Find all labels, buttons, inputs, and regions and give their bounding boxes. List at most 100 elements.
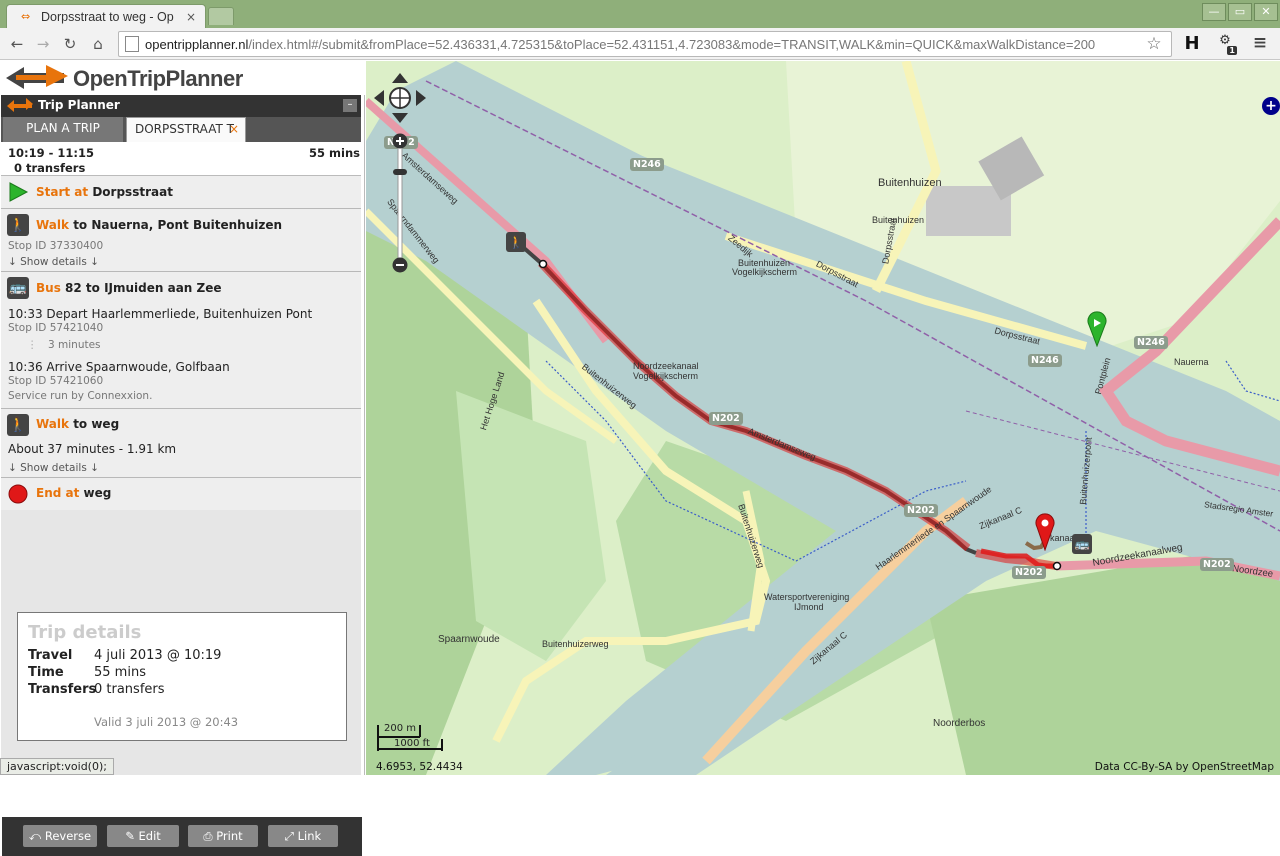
window-minimize-button[interactable]: — <box>1202 3 1226 21</box>
trip-time-row: Time 55 mins <box>28 665 146 680</box>
print-button[interactable]: ⎙ Print <box>188 825 258 847</box>
reload-icon[interactable]: ↻ <box>58 32 82 56</box>
label-buitenhuizerweg-3: Buitenhuizerweg <box>542 639 609 649</box>
extension-h-icon[interactable]: H <box>1182 33 1202 55</box>
itinerary: 10:19 - 11:15 0 transfers 55 mins Start … <box>1 142 362 856</box>
close-tab-icon[interactable]: × <box>229 118 239 141</box>
planner-arrows-icon <box>7 98 33 112</box>
road-badge-n246: N246 <box>630 158 664 171</box>
bus-operator: Service run by Connexxion. <box>8 390 153 402</box>
url-host: opentripplanner.nl <box>145 36 249 52</box>
extension-badge: 1 <box>1227 46 1237 55</box>
tab-result-label: DORPSSTRAAT T <box>135 122 234 136</box>
window-maximize-button[interactable]: ▭ <box>1228 3 1252 21</box>
depart-stop-id: Stop ID 57421040 <box>8 322 104 334</box>
label-nzk-vogel: Noordzeekanaal <box>633 361 699 371</box>
map-attribution[interactable]: Data CC-By-SA by OpenStreetMap <box>1095 761 1274 773</box>
window-close-button[interactable]: ✕ <box>1254 3 1278 21</box>
otp-favicon-icon: ⇔ <box>21 9 31 23</box>
reverse-button[interactable]: ⤺ Reverse <box>23 825 97 847</box>
leg-end-heading: End at weg <box>36 486 112 500</box>
map[interactable]: Buitenhuizen Buitenhuizen Buitenhuizen V… <box>366 61 1280 775</box>
map-base <box>366 61 1280 775</box>
browser-tabstrip: ⇔ Dorpsstraat to weg - Op × — ▭ ✕ <box>0 0 1280 28</box>
label-nauerna: Nauerna <box>1174 357 1209 367</box>
bus-ride-time: 3 minutes <box>48 339 101 351</box>
tab-title: Dorpsstraat to weg - Op <box>41 9 174 24</box>
label-watersport-2: IJmond <box>794 602 824 612</box>
label-spaarnwoude: Spaarnwoude <box>438 634 500 645</box>
extension-icon[interactable]: ⚙ 1 <box>1213 33 1237 55</box>
link-button[interactable]: ⤢ Link <box>268 825 338 847</box>
leg-bus[interactable]: 🚌 Bus 82 to IJmuiden aan Zee 10:33 Depar… <box>1 272 361 409</box>
address-bar[interactable]: opentripplanner.nl /index.html#/submit&f… <box>118 31 1172 57</box>
road-badge-n202: N202 <box>1012 566 1046 579</box>
status-url: javascript:void(0); <box>0 758 114 775</box>
scale-bar-lines <box>377 725 443 751</box>
label-noorderbos: Noorderbos <box>933 718 986 729</box>
pan-control[interactable] <box>374 73 430 125</box>
tab-plan-a-trip[interactable]: PLAN A TRIP <box>3 117 123 142</box>
stop-id: Stop ID 37330400 <box>8 240 104 252</box>
label-buitenhuizen: Buitenhuizen <box>878 177 942 189</box>
edit-button[interactable]: ✎ Edit <box>107 825 179 847</box>
trip-planner-panel: OpenTripPlanner Trip Planner – PLAN A TR… <box>0 61 365 856</box>
leg-bus-heading: Bus 82 to IJmuiden aan Zee <box>36 281 222 295</box>
itinerary-summary[interactable]: 10:19 - 11:15 0 transfers 55 mins <box>1 142 361 176</box>
leg-start[interactable]: Start at Dorpsstraat <box>1 176 361 209</box>
otp-logo: OpenTripPlanner <box>0 61 365 95</box>
collapse-button[interactable]: – <box>343 99 357 112</box>
forward-arrow-icon[interactable]: → <box>31 32 55 56</box>
road-badge-n246: N246 <box>1028 354 1062 367</box>
walk-icon: 🚶 <box>7 214 29 236</box>
road-badge-n202: N202 <box>709 412 743 425</box>
bookmark-star-icon[interactable]: ☆ <box>1143 34 1165 54</box>
start-marker-icon[interactable] <box>1086 309 1108 347</box>
walk-icon: 🚶 <box>7 414 29 436</box>
layer-switcher-button[interactable]: + <box>1262 97 1280 115</box>
leg-walk-1-heading: Walk to Nauerna, Pont Buitenhuizen <box>36 218 283 232</box>
label-nzk-vogel-2: Vogelkijkscherm <box>633 371 699 381</box>
zoom-control[interactable] <box>392 133 408 273</box>
scale-bar: 200 m 1000 ft <box>376 723 456 753</box>
show-details-link[interactable]: ↓ Show details ↓ <box>8 256 99 268</box>
trip-details-box: Trip details Travel 4 juli 2013 @ 10:19 T… <box>17 612 347 741</box>
browser-toolbar: ← → ↻ ⌂ opentripplanner.nl /index.html#/… <box>0 28 1280 60</box>
walk-marker-icon: 🚶 <box>506 232 526 252</box>
home-icon[interactable]: ⌂ <box>86 32 110 56</box>
show-details-link[interactable]: ↓ Show details ↓ <box>8 462 99 474</box>
planner-header: Trip Planner – <box>1 95 361 117</box>
itinerary-duration: 55 mins <box>309 146 360 160</box>
browser-tab[interactable]: ⇔ Dorpsstraat to weg - Op × <box>6 4 206 28</box>
bus-icon: 🚌 <box>7 277 29 299</box>
ride-dots: ⋮ <box>27 339 38 351</box>
start-play-icon <box>9 182 29 202</box>
road-badge-n202: N202 <box>904 504 938 517</box>
new-tab-button[interactable] <box>208 7 234 25</box>
mouse-coordinates: 4.6953, 52.4434 <box>376 761 463 773</box>
leg-walk-2-heading: Walk to weg <box>36 417 120 431</box>
road-badge-n246: N246 <box>1134 336 1168 349</box>
walk-2-summary: About 37 minutes - 1.91 km <box>8 442 177 456</box>
leg-walk-2[interactable]: 🚶 Walk to weg About 37 minutes - 1.91 km… <box>1 409 361 478</box>
menu-icon[interactable]: ≡ <box>1250 33 1270 55</box>
end-stop-icon <box>8 484 28 504</box>
leg-end[interactable]: End at weg <box>1 478 361 510</box>
page-icon <box>125 36 139 52</box>
planner-tabs: PLAN A TRIP DORPSSTRAAT T × <box>1 117 361 142</box>
otp-logo-arrows-icon <box>6 65 68 89</box>
planner-title: Trip Planner <box>38 98 120 112</box>
bus-depart: 10:33 Depart Haarlemmerliede, Buitenhuiz… <box>8 307 313 321</box>
back-arrow-icon[interactable]: ← <box>5 32 29 56</box>
road-badge-n202: N202 <box>1200 558 1234 571</box>
label-watersport: Watersportvereniging <box>764 592 850 602</box>
trip-travel-row: Travel 4 juli 2013 @ 10:19 <box>28 648 222 663</box>
trip-valid: Valid 3 juli 2013 @ 20:43 <box>94 715 239 729</box>
logo-text: OpenTripPlanner <box>73 66 243 91</box>
tab-close-icon[interactable]: × <box>185 10 197 24</box>
trip-details-title: Trip details <box>28 622 142 643</box>
end-marker-icon[interactable] <box>1034 511 1056 551</box>
arrive-stop-id: Stop ID 57421060 <box>8 375 104 387</box>
leg-walk-1[interactable]: 🚶 Walk to Nauerna, Pont Buitenhuizen Sto… <box>1 209 361 272</box>
tab-trip-result[interactable]: DORPSSTRAAT T × <box>126 117 246 142</box>
